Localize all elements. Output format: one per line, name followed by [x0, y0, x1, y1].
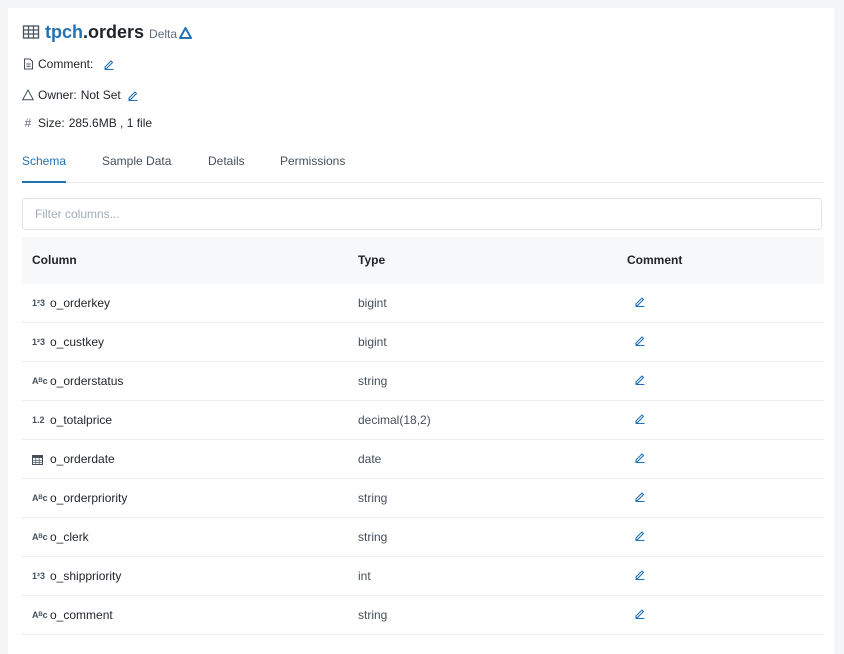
column-header: Column: [32, 253, 77, 267]
column-name-cell: A͏ᴮc o_clerk: [32, 530, 89, 544]
table-row: 1²3 o_custkey bigint: [22, 323, 824, 362]
string-icon: A͏ᴮc: [32, 610, 48, 620]
column-name: o_clerk: [50, 530, 89, 544]
owner-value: Not Set: [80, 88, 121, 102]
table-row: 1²3 o_shippriority int: [22, 557, 824, 596]
edit-column-comment-icon[interactable]: [634, 490, 646, 505]
comment-row: Comment:: [22, 55, 115, 73]
tab-details[interactable]: Details: [208, 152, 245, 182]
column-name-cell: 1²3 o_custkey: [32, 335, 104, 349]
column-name: o_orderkey: [50, 296, 111, 310]
column-name: o_orderpriority: [50, 491, 128, 505]
integer-icon: 1²3: [32, 337, 46, 347]
table-row: 1²3 o_orderkey bigint: [22, 284, 824, 323]
tab-bar: Schema Sample Data Details Permissions: [22, 152, 824, 183]
comment-header: Comment: [627, 253, 683, 267]
tab-permissions[interactable]: Permissions: [280, 152, 345, 182]
column-type: bigint: [358, 296, 387, 310]
string-icon: A͏ᴮc: [32, 493, 48, 503]
column-name: o_orderdate: [50, 452, 115, 466]
column-name-cell: A͏ᴮc o_orderpriority: [32, 491, 127, 505]
table-icon: [22, 23, 40, 41]
column-name-cell: 1.2 o_totalprice: [32, 413, 112, 427]
column-name-cell: 1²3 o_shippriority: [32, 569, 121, 583]
column-type: string: [358, 374, 388, 388]
type-header: Type: [358, 253, 386, 267]
delta-icon: [179, 27, 193, 39]
decimal-icon: 1.2: [32, 415, 45, 425]
size-label: Size:: [38, 116, 65, 130]
schema-table: Column Type Comment 1²3 o_orderkey bigin…: [22, 237, 824, 635]
column-name: o_comment: [50, 608, 113, 622]
edit-owner-icon[interactable]: [127, 89, 139, 101]
schema-link[interactable]: tpch: [45, 22, 83, 43]
column-type: bigint: [358, 335, 387, 349]
column-name-cell: A͏ᴮc o_orderstatus: [32, 374, 123, 388]
edit-column-comment-icon[interactable]: [634, 529, 646, 544]
table-row: 1.2 o_totalprice decimal(18,2): [22, 401, 824, 440]
table-row: A͏ᴮc o_orderpriority string: [22, 479, 824, 518]
hash-icon: #: [24, 116, 32, 130]
column-type: string: [358, 530, 388, 544]
column-type: int: [358, 569, 371, 583]
edit-comment-icon[interactable]: [103, 58, 115, 70]
calendar-icon: [32, 454, 46, 465]
column-name: o_totalprice: [50, 413, 113, 427]
table-header: Column Type Comment: [22, 237, 824, 284]
edit-column-comment-icon[interactable]: [634, 373, 646, 388]
edit-column-comment-icon[interactable]: [634, 412, 646, 427]
column-name-cell: o_orderdate: [32, 452, 115, 466]
table-detail-panel: tpch . orders Delta Comment: Owner: Not …: [8, 8, 834, 654]
owner-label: Owner:: [38, 88, 77, 102]
column-type: decimal(18,2): [358, 413, 431, 427]
column-type: string: [358, 491, 388, 505]
string-icon: A͏ᴮc: [32, 376, 48, 386]
owner-row: Owner: Not Set: [22, 86, 139, 104]
edit-column-comment-icon[interactable]: [634, 568, 646, 583]
column-name: o_orderstatus: [50, 374, 124, 388]
column-name: o_custkey: [50, 335, 105, 349]
table-name: orders: [88, 21, 145, 42]
table-row: A͏ᴮc o_comment string: [22, 596, 824, 635]
integer-icon: 1²3: [32, 298, 46, 308]
integer-icon: 1²3: [32, 571, 46, 581]
size-value: 285.6MB , 1 file: [68, 116, 153, 130]
column-name-cell: A͏ᴮc o_comment: [32, 608, 113, 622]
column-type: string: [358, 608, 388, 622]
comment-label: Comment:: [38, 57, 94, 71]
table-format: Delta: [149, 26, 178, 41]
filter-columns-input[interactable]: [22, 198, 822, 230]
table-body: 1²3 o_orderkey bigint 1²3 o_custkey bigi…: [22, 284, 824, 635]
warning-icon: [22, 89, 34, 101]
size-row: # Size: 285.6MB , 1 file: [22, 114, 152, 132]
column-name-cell: 1²3 o_orderkey: [32, 296, 110, 310]
page-title: tpch . orders Delta: [22, 20, 193, 44]
document-icon: [22, 58, 34, 70]
tab-sample-data[interactable]: Sample Data: [102, 152, 171, 182]
string-icon: A͏ᴮc: [32, 532, 48, 542]
column-type: date: [358, 452, 382, 466]
table-row: A͏ᴮc o_orderstatus string: [22, 362, 824, 401]
column-name: o_shippriority: [50, 569, 122, 583]
edit-column-comment-icon[interactable]: [634, 451, 646, 466]
edit-column-comment-icon[interactable]: [634, 334, 646, 349]
edit-column-comment-icon[interactable]: [634, 607, 646, 622]
table-row: o_orderdate date: [22, 440, 824, 479]
edit-column-comment-icon[interactable]: [634, 295, 646, 310]
table-row: A͏ᴮc o_clerk string: [22, 518, 824, 557]
tab-schema[interactable]: Schema: [22, 152, 67, 183]
